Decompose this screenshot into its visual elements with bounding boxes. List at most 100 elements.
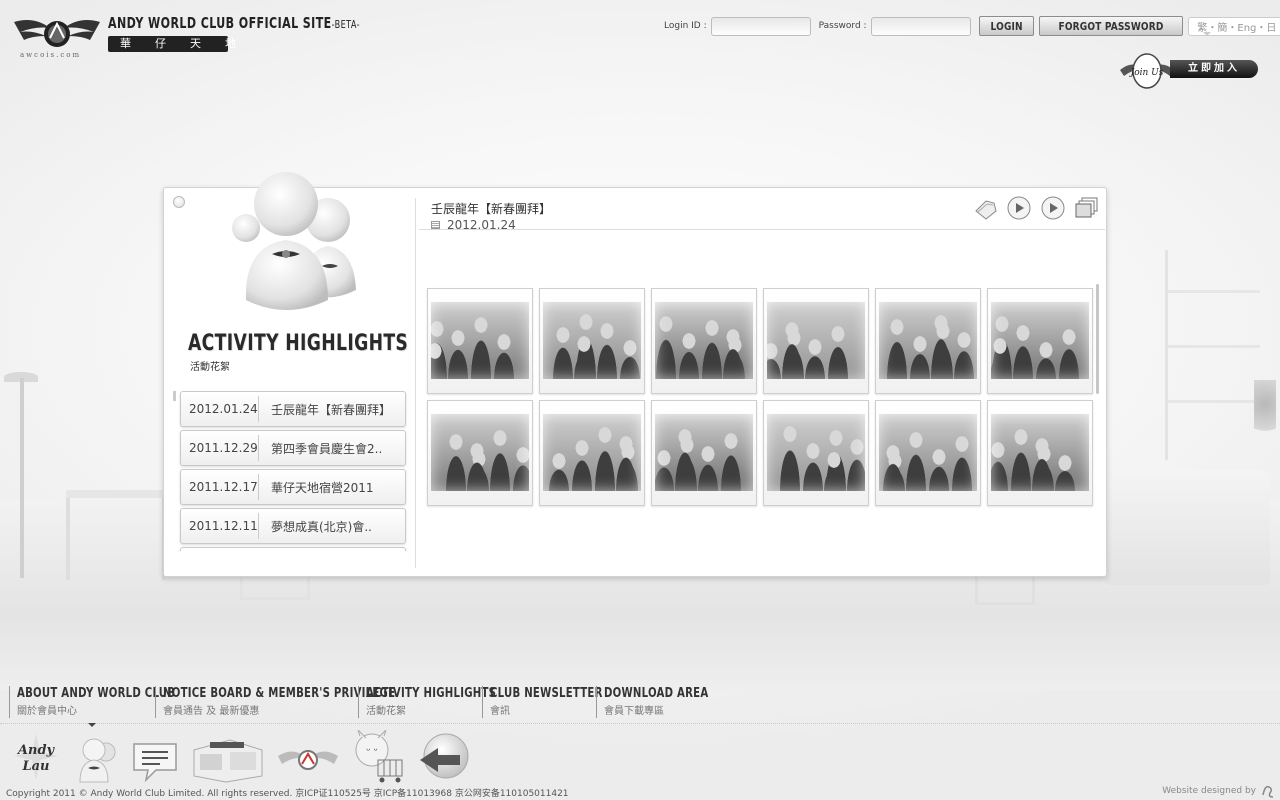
nav-download[interactable]: DOWNLOAD AREA 會員下載專區 bbox=[596, 686, 738, 718]
photo-image bbox=[991, 414, 1089, 491]
login-id-input[interactable] bbox=[710, 16, 811, 36]
designer-logo-icon bbox=[1262, 785, 1274, 798]
photo-image bbox=[655, 302, 753, 379]
play-icon[interactable] bbox=[1006, 195, 1032, 221]
nav-label-en: CLUB NEWSLETTER bbox=[490, 686, 603, 701]
activity-name: 壬辰龍年【新春團拜】 bbox=[271, 402, 392, 417]
side-table bbox=[66, 490, 166, 580]
activity-name: 夢想成真(北京)會.. bbox=[271, 519, 372, 534]
photo-thumbnail[interactable] bbox=[651, 288, 757, 394]
header-divider bbox=[419, 229, 1105, 230]
activity-name: 第四季會員慶生會2.. bbox=[271, 441, 383, 456]
gallery-icon[interactable] bbox=[1074, 195, 1100, 221]
toolbar bbox=[972, 195, 1100, 221]
forgot-password-label: FORGOT PASSWORD bbox=[1058, 19, 1164, 33]
photo-thumbnail[interactable] bbox=[427, 288, 533, 394]
andy-lau-logo-icon[interactable]: Andy Lau bbox=[6, 730, 66, 784]
photo-image bbox=[431, 302, 529, 379]
photo-image bbox=[991, 302, 1089, 379]
section-title: ACTIVITY HIGHLIGHTS bbox=[188, 331, 409, 356]
join-us-label: 立即加入 bbox=[1170, 60, 1258, 78]
copyright: Copyright 2011 © Andy World Club Limited… bbox=[6, 789, 569, 799]
photo-thumbnail[interactable] bbox=[539, 400, 645, 506]
activity-date: 2012.01.24 bbox=[181, 396, 259, 422]
photo-thumbnail[interactable] bbox=[987, 288, 1093, 394]
sofa bbox=[1105, 470, 1270, 585]
site-title-text: ANDY WORLD CLUB OFFICIAL SITE bbox=[108, 14, 332, 32]
join-badge-text: Join Us bbox=[1129, 68, 1164, 78]
members-icon[interactable] bbox=[76, 736, 120, 784]
join-us-badge-icon: Join Us bbox=[1120, 53, 1174, 89]
site-title: ANDY WORLD CLUB OFFICIAL SITE-BETA- bbox=[108, 14, 360, 32]
panel-close-dot[interactable] bbox=[173, 196, 185, 208]
svg-text:Andy: Andy bbox=[16, 743, 56, 758]
logo-url: awcois.com bbox=[20, 51, 82, 59]
calendar-icon bbox=[431, 221, 440, 229]
photo-thumbnail[interactable] bbox=[427, 400, 533, 506]
shopping-cart-icon[interactable]: ᵕ ᵕ bbox=[350, 730, 406, 784]
photo-grid bbox=[427, 288, 1097, 506]
list-item[interactable] bbox=[180, 547, 406, 551]
back-arrow-icon[interactable] bbox=[416, 730, 472, 784]
nav-label-en: ABOUT ANDY WORLD CLUB bbox=[17, 686, 176, 701]
photo-thumbnail[interactable] bbox=[875, 400, 981, 506]
nav-label-en: DOWNLOAD AREA bbox=[604, 686, 709, 701]
language-selector[interactable]: 繁・簡・Eng・日 bbox=[1187, 16, 1280, 36]
photo-image bbox=[879, 302, 977, 379]
photo-image bbox=[543, 302, 641, 379]
nav-label-cn: 會員下載專區 bbox=[604, 706, 664, 717]
plant bbox=[1254, 380, 1276, 440]
article-header: 壬辰龍年【新春團拜】 2012.01.24 bbox=[431, 200, 551, 232]
activity-list: 2012.01.24 壬辰龍年【新春團拜】 2011.12.29 第四季會員慶生… bbox=[178, 391, 408, 551]
join-us-button[interactable]: Join Us 立即加入 bbox=[1110, 50, 1260, 92]
next-icon[interactable] bbox=[1040, 195, 1066, 221]
photo-thumbnail[interactable] bbox=[875, 288, 981, 394]
photo-thumbnail[interactable] bbox=[763, 400, 869, 506]
main-nav: ABOUT ANDY WORLD CLUB 關於會員中心 NOTICE BOAR… bbox=[0, 686, 1280, 722]
nav-label-en: ACTIVITY HIGHLIGHTS bbox=[366, 686, 497, 701]
photo-image bbox=[767, 414, 865, 491]
photo-image bbox=[879, 414, 977, 491]
message-icon[interactable] bbox=[130, 738, 180, 784]
lamp-post bbox=[20, 378, 24, 578]
svg-text:ᵕ ᵕ: ᵕ ᵕ bbox=[366, 746, 377, 757]
section-subtitle: 活動花絮 bbox=[190, 362, 230, 373]
header: awcois.com ANDY WORLD CLUB OFFICIAL SITE… bbox=[0, 0, 1280, 100]
activity-date: 2011.12.29 bbox=[181, 435, 259, 461]
photo-thumbnail[interactable] bbox=[539, 288, 645, 394]
svg-text:Lau: Lau bbox=[21, 759, 49, 774]
login-bar: Login ID : Password : LOGIN FORGOT PASSW… bbox=[664, 15, 1280, 37]
photo-thumbnail[interactable] bbox=[651, 400, 757, 506]
cn-title-banner: 華仔天地 bbox=[108, 36, 236, 52]
article-title: 壬辰龍年【新春團拜】 bbox=[431, 202, 552, 216]
wings-emblem-icon[interactable] bbox=[276, 738, 340, 784]
list-item[interactable]: 2012.01.24 壬辰龍年【新春團拜】 bbox=[180, 391, 406, 427]
activity-name: 華仔天地宿營2011 bbox=[271, 480, 374, 495]
club-house-icon[interactable] bbox=[190, 734, 266, 784]
tag-icon[interactable] bbox=[972, 195, 998, 221]
credit-label: Website designed by bbox=[1162, 786, 1256, 796]
list-item[interactable]: 2011.12.29 第四季會員慶生會2.. bbox=[180, 430, 406, 466]
photo-image bbox=[767, 302, 865, 379]
photo-image bbox=[543, 414, 641, 491]
forgot-password-button[interactable]: FORGOT PASSWORD bbox=[1038, 16, 1183, 36]
list-item[interactable]: 2011.12.17 華仔天地宿營2011 bbox=[180, 469, 406, 505]
password-input[interactable] bbox=[870, 16, 971, 36]
list-item[interactable]: 2011.12.11 夢想成真(北京)會.. bbox=[180, 508, 406, 544]
login-button-label: LOGIN bbox=[990, 19, 1023, 33]
login-button[interactable]: LOGIN bbox=[978, 16, 1034, 36]
photo-image bbox=[655, 414, 753, 491]
photo-image bbox=[431, 414, 529, 491]
photo-thumbnail[interactable] bbox=[987, 400, 1093, 506]
activity-date: 2011.12.17 bbox=[181, 474, 259, 500]
photo-thumbnail[interactable] bbox=[763, 288, 869, 394]
password-label: Password : bbox=[818, 21, 867, 31]
grid-scrollbar[interactable] bbox=[1096, 284, 1099, 394]
beta-tag: -BETA- bbox=[331, 18, 360, 31]
login-id-label: Login ID : bbox=[664, 21, 707, 31]
shelf bbox=[1165, 250, 1260, 460]
nav-dotted-line bbox=[0, 723, 1280, 724]
designer-credit[interactable]: Website designed by bbox=[1162, 783, 1276, 799]
activity-date: 2011.12.11 bbox=[181, 513, 259, 539]
list-scrollbar[interactable] bbox=[173, 391, 176, 401]
